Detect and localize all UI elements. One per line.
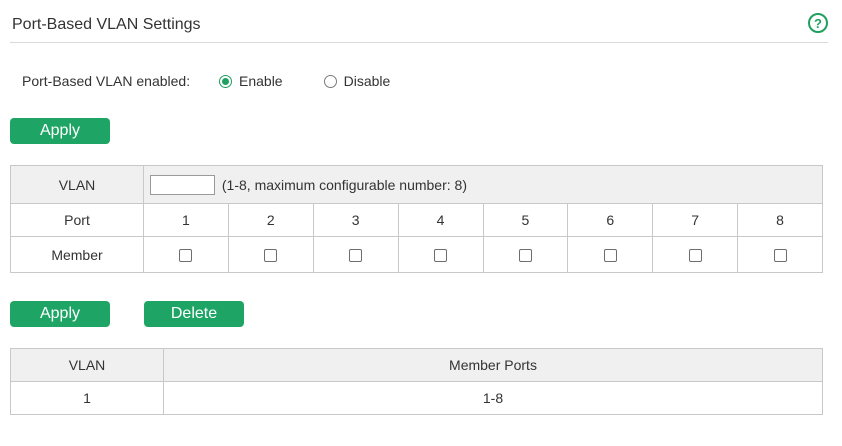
- vlan-id-label: VLAN: [10, 165, 144, 204]
- port-number: 3: [312, 203, 399, 237]
- vlan-enable-label: Port-Based VLAN enabled:: [22, 73, 191, 89]
- disable-radio-option[interactable]: Disable: [323, 73, 391, 89]
- vlan-id-hint: (1-8, maximum configurable number: 8): [221, 176, 467, 193]
- vlan-id-input[interactable]: [150, 174, 215, 195]
- port-number: 1: [143, 203, 229, 237]
- member-row: Member: [10, 236, 823, 273]
- vlan-config-table: VLAN (1-8, maximum configurable number: …: [10, 165, 823, 273]
- member-cell: [652, 236, 739, 273]
- disable-radio-label: Disable: [343, 73, 391, 89]
- member-cell: [737, 236, 823, 273]
- port-number: 8: [737, 203, 823, 237]
- member-cell: [227, 236, 314, 273]
- member-checkbox-port-4[interactable]: [434, 249, 448, 263]
- column-header-vlan: VLAN: [10, 348, 164, 382]
- enable-radio[interactable]: [219, 74, 232, 88]
- apply-vlan-button[interactable]: Apply: [10, 301, 110, 327]
- port-number: 5: [482, 203, 569, 237]
- member-checkbox-port-6[interactable]: [603, 249, 617, 263]
- apply-enable-button[interactable]: Apply: [10, 118, 110, 144]
- member-checkbox-port-1[interactable]: [179, 249, 193, 263]
- member-checkbox-port-2[interactable]: [264, 249, 278, 263]
- vlan-list-header: VLAN Member Ports: [10, 348, 823, 382]
- vlan-list-table: VLAN Member Ports 1 1-8: [10, 348, 823, 415]
- vlan-id-value: 1: [10, 381, 164, 415]
- port-number: 2: [227, 203, 314, 237]
- column-header-member-ports: Member Ports: [163, 348, 823, 382]
- port-label: Port: [10, 203, 144, 237]
- disable-radio[interactable]: [323, 74, 337, 88]
- table-row[interactable]: 1 1-8: [10, 381, 823, 415]
- member-cell: [397, 236, 484, 273]
- vlan-enable-row: Port-Based VLAN enabled: Enable Disable: [22, 72, 390, 90]
- enable-radio-label: Enable: [239, 73, 283, 89]
- vlan-id-cell: (1-8, maximum configurable number: 8): [143, 165, 823, 204]
- member-checkbox-port-5[interactable]: [518, 249, 532, 263]
- port-number: 4: [397, 203, 484, 237]
- port-number: 7: [652, 203, 739, 237]
- delete-vlan-button[interactable]: Delete: [144, 301, 244, 327]
- member-checkbox-port-8[interactable]: [773, 249, 787, 263]
- member-label: Member: [10, 236, 144, 273]
- enable-radio-option[interactable]: Enable: [219, 73, 283, 89]
- member-cell: [567, 236, 654, 273]
- member-cell: [312, 236, 399, 273]
- port-row: Port 1 2 3 4 5 6 7 8: [10, 203, 823, 237]
- port-number: 6: [567, 203, 654, 237]
- vlan-id-row: VLAN (1-8, maximum configurable number: …: [10, 165, 823, 204]
- question-circle-icon[interactable]: ?: [808, 13, 828, 33]
- member-ports-value: 1-8: [163, 381, 823, 415]
- member-checkbox-port-3[interactable]: [349, 249, 363, 263]
- page-header: Port-Based VLAN Settings ?: [10, 0, 828, 43]
- page-title: Port-Based VLAN Settings: [12, 16, 201, 33]
- member-checkbox-port-7[interactable]: [688, 249, 702, 263]
- member-cell: [143, 236, 229, 273]
- member-cell: [482, 236, 569, 273]
